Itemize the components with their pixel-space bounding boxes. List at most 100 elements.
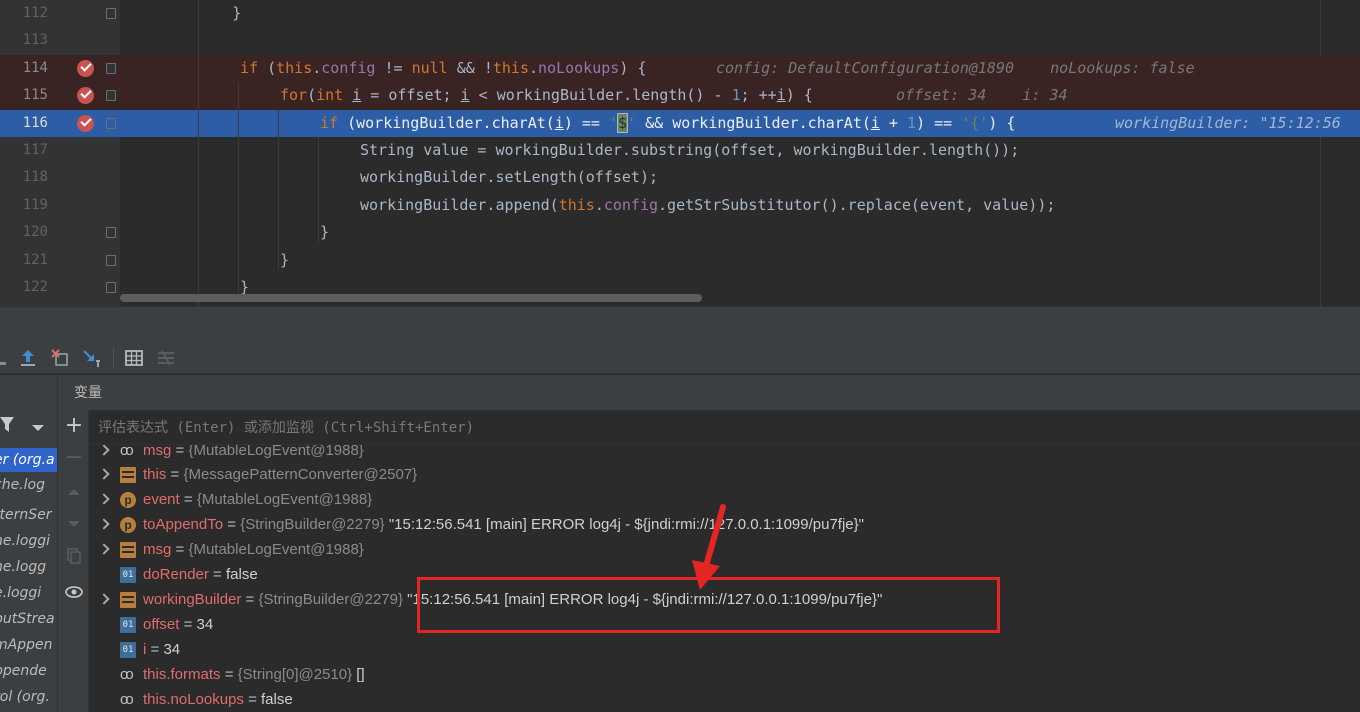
primitive-icon: 01 <box>120 567 136 583</box>
line-number: 114 <box>22 59 48 76</box>
copy-icon[interactable] <box>64 546 84 566</box>
evaluate-table-icon[interactable] <box>124 348 144 368</box>
variable-name: this.noLookups <box>143 691 244 708</box>
frame-item[interactable]: mAppen <box>0 633 57 657</box>
code-text: } <box>320 223 330 242</box>
step-over-icon[interactable] <box>0 348 20 368</box>
settings-sliders-icon[interactable] <box>156 348 176 368</box>
fold-marker-icon[interactable] <box>106 254 116 266</box>
variable-row[interactable]: p toAppendTo = {StringBuilder@2279} "15:… <box>90 512 1360 537</box>
expand-arrow-icon[interactable] <box>98 543 110 555</box>
variable-name: this <box>143 466 167 483</box>
fold-marker-icon[interactable] <box>106 282 116 293</box>
expand-arrow-icon[interactable] <box>98 445 110 456</box>
move-down-icon[interactable] <box>64 514 84 534</box>
code-line-117[interactable]: 117 String value = workingBuilder.substr… <box>0 137 1360 164</box>
line-number: 119 <box>22 196 48 213</box>
code-line-119[interactable]: 119 workingBuilder.append(this.config.ge… <box>0 192 1360 219</box>
variable-row[interactable]: msg = {MutableLogEvent@1988} <box>90 537 1360 562</box>
filter-icon[interactable] <box>0 413 58 443</box>
variable-value: 34 <box>196 616 214 633</box>
variable-type: {StringBuilder@2279} <box>240 516 385 533</box>
breakpoint-icon[interactable] <box>77 114 94 132</box>
debug-panel-header <box>0 306 1360 342</box>
code-line-116-current[interactable]: 116 if (workingBuilder.charAt(i) == '$' … <box>0 109 1360 137</box>
variable-row[interactable]: 01 i = 34 <box>90 637 1360 662</box>
variable-row[interactable]: oo this.noLookups = false <box>90 687 1360 712</box>
variable-name: doRender <box>143 566 209 583</box>
frame-item[interactable]: tternSer <box>0 503 57 527</box>
inline-value-hint: workingBuilder: "15:12:56 <box>1115 113 1341 132</box>
line-number: 116 <box>22 114 48 131</box>
variable-row[interactable]: oo msg = {MutableLogEvent@1988} <box>90 445 1360 463</box>
expand-arrow-icon[interactable] <box>98 593 110 605</box>
variable-row[interactable]: this = {MessagePatternConverter@2507} <box>90 462 1360 487</box>
horizontal-scrollbar[interactable] <box>120 294 702 302</box>
watch-icon: oo <box>120 445 134 459</box>
frame-item[interactable]: ppende <box>0 659 57 683</box>
code-text: } <box>160 4 242 22</box>
run-to-cursor-icon[interactable] <box>82 348 102 368</box>
line-number: 113 <box>22 32 48 49</box>
variable-name: msg <box>143 541 172 558</box>
param-icon: p <box>120 517 136 533</box>
variable-type: {MutableLogEvent@1988} <box>196 491 373 508</box>
code-line-121[interactable]: 121 } <box>0 247 1360 274</box>
fold-marker-icon[interactable] <box>106 62 116 74</box>
code-line-114[interactable]: 114 if (this.config != null && !this.noL… <box>0 54 1360 83</box>
code-line-113[interactable]: 113 <box>0 27 1360 54</box>
code-editor[interactable]: 112 } 113 114 if (this.config != null &&… <box>0 0 1360 306</box>
fold-marker-icon[interactable] <box>106 117 116 129</box>
variable-value: [] <box>356 666 365 683</box>
frame-item[interactable]: he.logg <box>0 555 57 579</box>
breakpoint-icon[interactable] <box>77 59 94 77</box>
indent-guide <box>238 82 239 302</box>
breakpoint-icon[interactable] <box>77 87 94 105</box>
variable-name: this.formats <box>143 666 221 683</box>
remove-watch-icon[interactable]: − <box>64 447 84 469</box>
variable-row[interactable]: p event = {MutableLogEvent@1988} <box>90 487 1360 512</box>
line-number: 117 <box>22 142 48 158</box>
code-text: } <box>280 250 290 269</box>
add-watch-icon[interactable]: + <box>64 415 84 437</box>
variable-type: {MessagePatternConverter@2507} <box>183 466 418 483</box>
variable-name: offset <box>143 616 180 633</box>
code-text: for(int i = offset; i < workingBuilder.l… <box>280 86 813 105</box>
code-line-115[interactable]: 115 for(int i = offset; i < workingBuild… <box>0 82 1360 110</box>
line-number: 118 <box>22 169 48 186</box>
frame-item[interactable]: che.log <box>0 473 57 497</box>
field-icon <box>120 542 136 558</box>
frame-item[interactable]: er (org.a <box>0 448 57 472</box>
frame-item[interactable]: putStrea <box>0 607 57 631</box>
watch-icon: oo <box>120 691 134 708</box>
debug-toolbar <box>0 342 1360 374</box>
primitive-icon: 01 <box>120 642 136 658</box>
evaluate-expression-input[interactable] <box>90 411 1360 445</box>
code-line-120[interactable]: 120 } <box>0 219 1360 246</box>
variable-name: workingBuilder <box>143 591 242 608</box>
line-number: 112 <box>22 5 48 21</box>
frame-item[interactable]: he.loggi <box>0 529 57 553</box>
line-number: 121 <box>22 251 48 268</box>
frame-item[interactable]: rol (org. <box>0 685 57 709</box>
expand-arrow-icon[interactable] <box>98 468 110 480</box>
code-line-118[interactable]: 118 workingBuilder.setLength(offset); <box>0 164 1360 191</box>
code-text: workingBuilder.setLength(offset); <box>360 168 659 187</box>
move-up-icon[interactable] <box>64 482 84 502</box>
variables-title: 变量 <box>74 385 102 401</box>
frame-item[interactable]: e.loggi <box>0 581 57 605</box>
code-text: String value = workingBuilder.substring(… <box>360 141 1020 159</box>
variable-name: event <box>143 491 180 508</box>
code-text: if (this.config != null && !this.noLooku… <box>240 58 647 77</box>
variable-row[interactable]: oo this.formats = {String[0]@2510} [] <box>90 662 1360 687</box>
fold-marker-icon[interactable] <box>106 227 116 239</box>
expand-arrow-icon[interactable] <box>98 493 110 505</box>
expand-arrow-icon[interactable] <box>98 518 110 530</box>
step-out-icon[interactable] <box>18 348 38 368</box>
variable-value: false <box>261 691 293 708</box>
show-watches-icon[interactable] <box>64 582 84 602</box>
code-line-112[interactable]: 112 } <box>0 0 1360 27</box>
drop-frame-icon[interactable] <box>50 348 70 368</box>
fold-marker-icon[interactable] <box>106 90 116 102</box>
fold-marker-icon[interactable] <box>106 8 116 19</box>
